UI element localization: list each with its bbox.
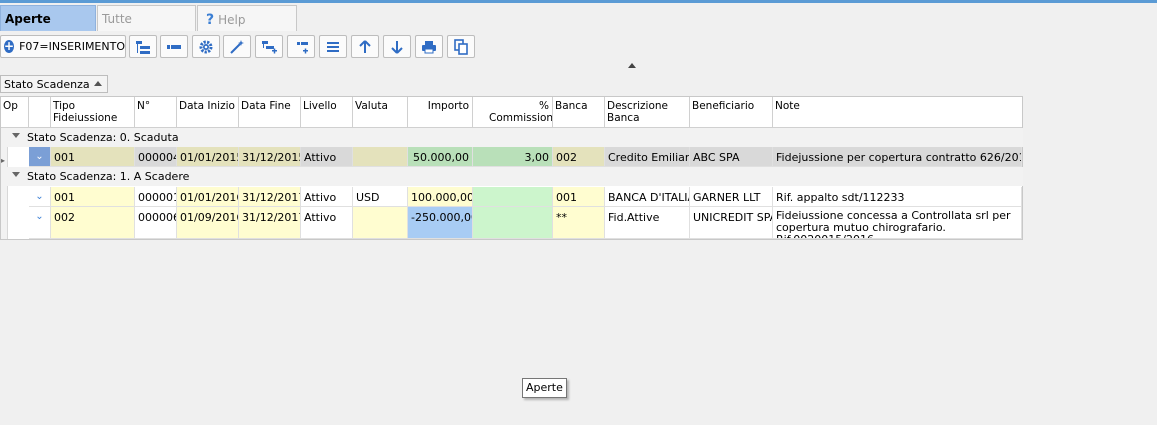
cell-importo[interactable]: 100.000,00 — [408, 187, 473, 207]
cell-banca[interactable]: ** — [553, 207, 605, 239]
tree-view-icon — [136, 40, 150, 54]
cell-note[interactable]: Rif. appalto sdt/112233 — [773, 187, 1022, 207]
data-grid: Op Tipo Fideiussione N° Data Inizio Data… — [0, 96, 1023, 240]
wizard-button[interactable] — [223, 35, 251, 58]
column-header-banca[interactable]: Banca — [553, 97, 605, 128]
window-top-accent — [0, 0, 1157, 3]
help-question-icon: ? — [206, 12, 215, 28]
move-up-button[interactable] — [351, 35, 379, 58]
column-header-data-fine[interactable]: Data Fine — [239, 97, 301, 128]
list-add-icon — [297, 41, 308, 53]
move-down-button[interactable] — [383, 35, 411, 58]
cell-descrizione-banca[interactable]: Fid.Attive — [605, 207, 690, 239]
column-header-expand — [29, 97, 51, 128]
column-header-livello[interactable]: Livello — [301, 97, 353, 128]
cell-descrizione-banca[interactable]: BANCA D'ITALIA — [605, 187, 690, 207]
group-expanded-icon[interactable] — [12, 172, 20, 177]
cell-tipo[interactable]: 002 — [51, 207, 135, 239]
cell-importo[interactable]: 50.000,00 — [408, 147, 473, 167]
cell-num[interactable]: 000001 — [135, 187, 177, 207]
column-header-num[interactable]: N° — [135, 97, 177, 128]
cell-banca[interactable]: 001 — [553, 187, 605, 207]
cell-commissioni[interactable]: 3,00 — [473, 147, 553, 167]
group-expanded-icon[interactable] — [12, 133, 20, 138]
column-header-beneficiario[interactable]: Beneficiario — [690, 97, 773, 128]
list-add-button[interactable] — [287, 35, 315, 58]
list-view-icon — [167, 44, 181, 49]
cell-beneficiario[interactable]: UNICREDIT SPA — [690, 207, 773, 239]
cell-data-fine[interactable]: 31/12/2017 — [239, 207, 301, 239]
cell-importo[interactable]: -250.000,00 — [408, 207, 473, 239]
row-expand-icon[interactable]: ⌄ — [29, 187, 51, 207]
tab-tooltip: Aperte — [522, 378, 567, 398]
row-expand-icon[interactable]: ⌄ — [29, 207, 51, 239]
cell-valuta[interactable] — [353, 147, 408, 167]
tree-add-icon — [262, 40, 277, 53]
cell-livello[interactable]: Attivo — [301, 207, 353, 239]
column-header-commissioni[interactable]: % Commissioni — [473, 97, 553, 128]
group-by-panel[interactable]: Stato Scadenza — [0, 75, 108, 93]
tab-help-label: Help — [218, 13, 246, 27]
column-header-importo[interactable]: Importo — [408, 97, 473, 128]
group-row-label: Stato Scadenza: 0. Scaduta — [27, 131, 179, 144]
gear-icon — [199, 40, 213, 53]
column-header-valuta[interactable]: Valuta — [353, 97, 408, 128]
column-header-note[interactable]: Note — [773, 97, 1022, 128]
column-header-descrizione-banca[interactable]: Descrizione Banca — [605, 97, 690, 128]
row-expand-icon[interactable]: ⌄ — [29, 147, 51, 167]
column-header-data-inizio[interactable]: Data Inizio — [177, 97, 239, 128]
group-by-label: Stato Scadenza — [4, 78, 90, 91]
cell-data-fine[interactable]: 31/12/2015 — [239, 147, 301, 167]
insert-button-label: F07=INSERIMENTO — [19, 40, 125, 53]
settings-button[interactable] — [192, 35, 220, 58]
column-header-op[interactable]: Op — [1, 97, 29, 128]
cell-banca[interactable]: 002 — [553, 147, 605, 167]
tab-tutte[interactable]: Tutte — [97, 5, 196, 31]
cell-valuta[interactable]: USD — [353, 187, 408, 207]
cell-data-inizio[interactable]: 01/01/2016 — [177, 187, 239, 207]
sort-ascending-icon[interactable] — [94, 81, 102, 86]
print-button[interactable] — [415, 35, 443, 58]
cell-livello[interactable]: Attivo — [301, 147, 353, 167]
collapse-caret-icon[interactable] — [628, 63, 636, 68]
cell-note[interactable]: Fideiussione concessa a Controllata srl … — [773, 207, 1022, 239]
cell-num[interactable]: 000004 — [135, 147, 177, 167]
cell-livello[interactable]: Attivo — [301, 187, 353, 207]
cell-note[interactable]: Fidejussione per copertura contratto 626… — [773, 147, 1022, 167]
arrow-up-icon — [359, 39, 371, 53]
tree-view-button[interactable] — [129, 35, 157, 58]
cell-data-inizio[interactable]: 01/01/2015 — [177, 147, 239, 167]
arrow-down-icon — [391, 40, 403, 54]
menu-button[interactable] — [319, 35, 347, 58]
tab-aperte[interactable]: Aperte — [0, 5, 96, 31]
cell-tipo[interactable]: 001 — [51, 147, 135, 167]
print-icon — [422, 40, 436, 53]
group-row-scaduta[interactable]: Stato Scadenza: 0. Scaduta — [7, 128, 1023, 147]
column-header-tipo[interactable]: Tipo Fideiussione — [51, 97, 135, 128]
cell-data-fine[interactable]: 31/12/2017 — [239, 187, 301, 207]
plus-circle-icon: + — [4, 39, 15, 53]
magic-wand-icon — [230, 39, 244, 54]
cell-commissioni[interactable] — [473, 187, 553, 207]
insert-button[interactable]: + F07=INSERIMENTO — [0, 35, 126, 58]
menu-lines-icon — [327, 41, 339, 52]
cell-descrizione-banca[interactable]: Credito Emiliano — [605, 147, 690, 167]
tree-add-button[interactable] — [255, 35, 283, 58]
group-row-a-scadere[interactable]: Stato Scadenza: 1. A Scadere — [7, 167, 1023, 186]
cell-beneficiario[interactable]: ABC SPA — [690, 147, 773, 167]
cell-num[interactable]: 000006 — [135, 207, 177, 239]
group-row-label: Stato Scadenza: 1. A Scadere — [27, 170, 190, 183]
tab-help[interactable]: ? Help — [197, 5, 297, 31]
copy-icon — [454, 38, 468, 55]
list-view-button[interactable] — [160, 35, 188, 58]
cell-data-inizio[interactable]: 01/09/2016 — [177, 207, 239, 239]
cell-tipo[interactable]: 001 — [51, 187, 135, 207]
cell-valuta[interactable] — [353, 207, 408, 239]
cell-beneficiario[interactable]: GARNER LLT — [690, 187, 773, 207]
copy-button[interactable] — [447, 35, 475, 58]
cell-commissioni[interactable] — [473, 207, 553, 239]
